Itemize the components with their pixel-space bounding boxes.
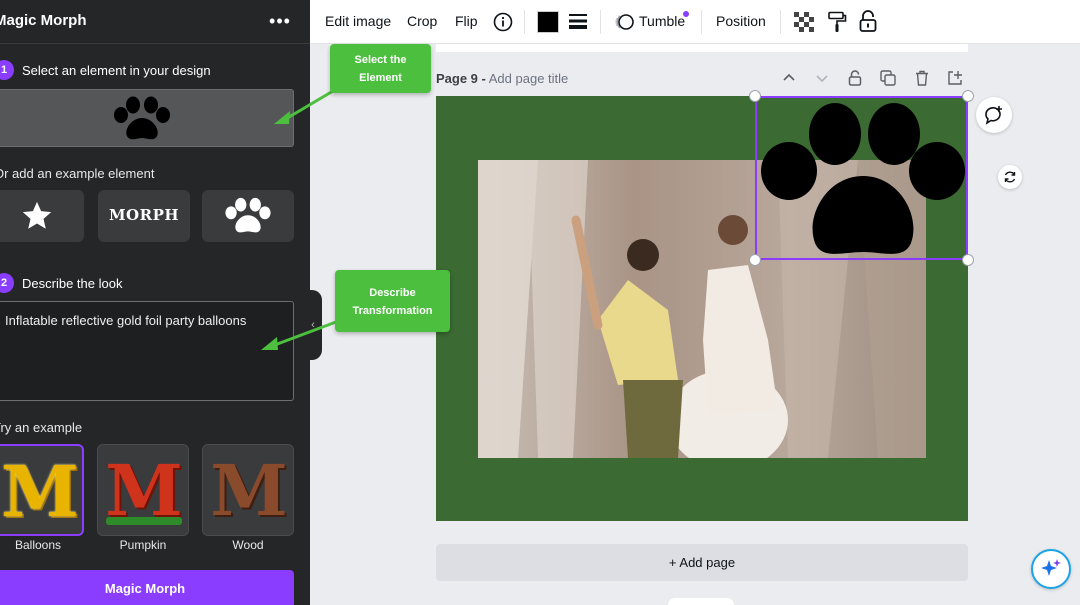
describe-transformation-callout: Describe Transformation <box>335 270 450 332</box>
callout-arrows <box>261 89 337 350</box>
select-callout-line1: Select the <box>354 54 407 66</box>
select-callout-line2: Element <box>359 72 402 84</box>
select-element-callout: Select the Element <box>330 44 431 93</box>
describe-callout-line1: Describe <box>369 287 416 299</box>
describe-callout-line2: Transformation <box>352 305 433 317</box>
